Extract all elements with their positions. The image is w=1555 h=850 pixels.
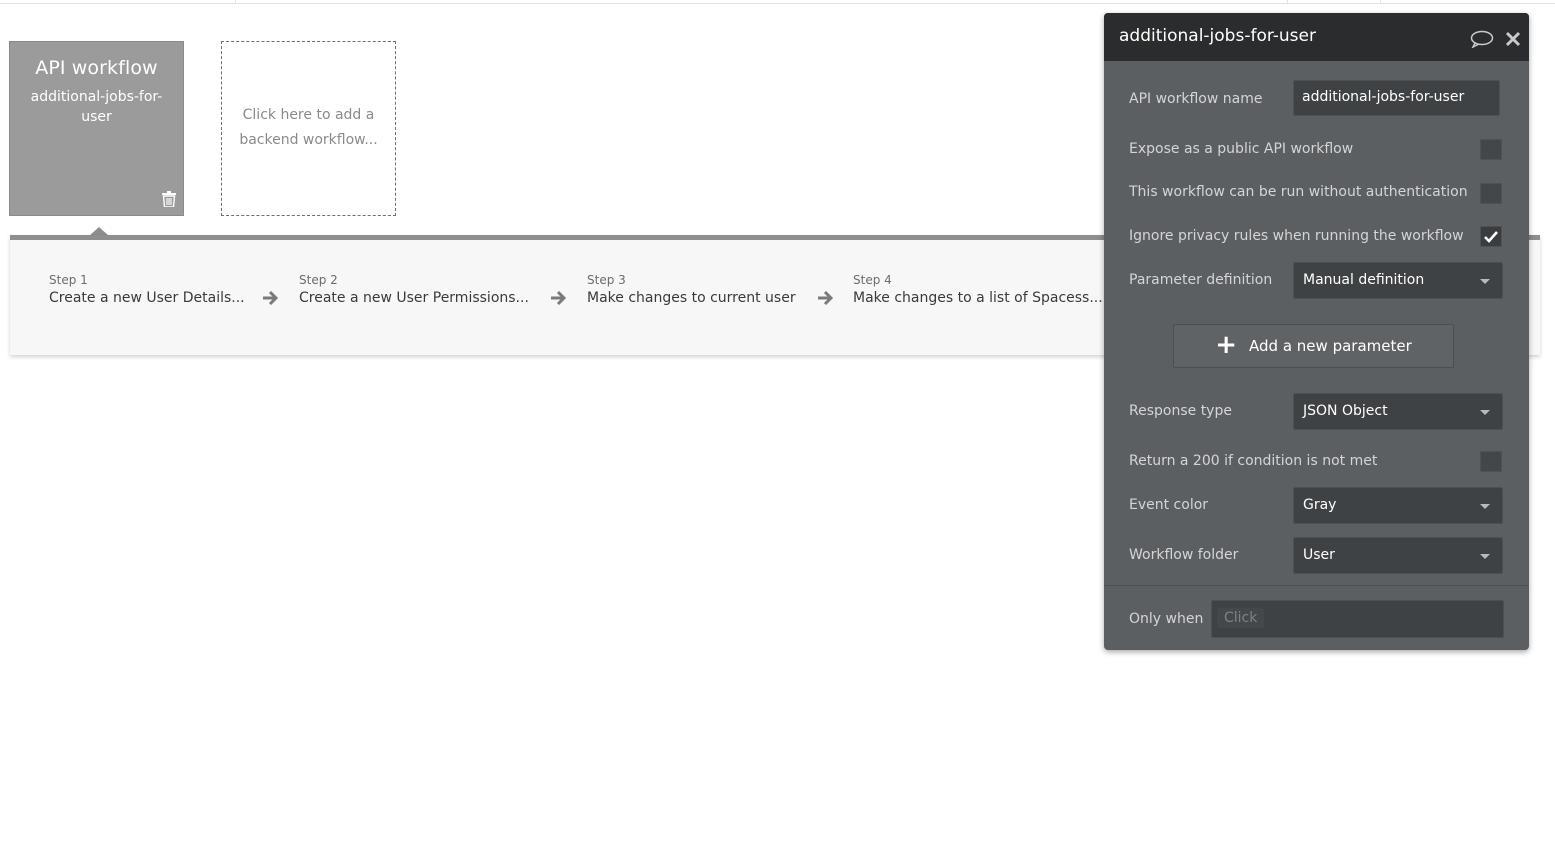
add-backend-workflow-card[interactable]: Click here to add a backend workflow...	[221, 41, 396, 216]
arrow-right-icon	[551, 290, 567, 306]
expose-public-label: Expose as a public API workflow	[1129, 141, 1354, 157]
no-auth-label: This workflow can be run without authent…	[1129, 184, 1468, 200]
event-color-dropdown[interactable]: Gray	[1293, 487, 1503, 524]
add-backend-workflow-label: Click here to add a backend workflow...	[239, 106, 378, 148]
arrow-right-icon	[818, 290, 834, 306]
step-action: Create a new User Details...	[49, 290, 245, 306]
workflow-card-title: API workflow	[35, 57, 158, 79]
only-when-placeholder: Click	[1217, 608, 1265, 628]
panel-title: additional-jobs-for-user	[1119, 26, 1316, 46]
trash-icon[interactable]	[162, 191, 176, 207]
panel-header: additional-jobs-for-user	[1104, 13, 1529, 61]
workflow-name-input[interactable]: additional-jobs-for-user	[1293, 80, 1500, 116]
workflow-folder-value: User	[1303, 547, 1335, 563]
chevron-down-icon	[1480, 504, 1490, 509]
step-1[interactable]: Step 1 Create a new User Details...	[49, 273, 245, 306]
response-type-value: JSON Object	[1303, 403, 1388, 419]
workflow-property-panel: additional-jobs-for-user API workflow na…	[1104, 13, 1529, 650]
step-2[interactable]: Step 2 Create a new User Permissions...	[299, 273, 529, 306]
step-number: Step 3	[587, 273, 626, 287]
plus-icon: +	[1215, 329, 1238, 360]
return-200-label: Return a 200 if condition is not met	[1129, 453, 1378, 469]
step-action: Create a new User Permissions...	[299, 290, 529, 306]
top-divider-tick	[235, 0, 236, 3]
arrow-right-icon	[263, 290, 279, 306]
comment-icon[interactable]	[1470, 30, 1494, 48]
return-200-checkbox[interactable]	[1480, 451, 1502, 472]
workflow-card-name: additional-jobs-for-user	[30, 89, 163, 125]
ignore-privacy-checkbox[interactable]	[1480, 226, 1502, 247]
step-3[interactable]: Step 3 Make changes to current user	[587, 273, 796, 306]
only-when-label: Only when	[1129, 611, 1204, 627]
chevron-down-icon	[1480, 279, 1490, 284]
parameter-definition-value: Manual definition	[1303, 272, 1425, 288]
add-parameter-button[interactable]: + Add a new parameter	[1173, 324, 1454, 368]
no-auth-checkbox[interactable]	[1480, 183, 1502, 204]
step-number: Step 2	[299, 273, 338, 287]
top-divider-tick	[1380, 0, 1381, 3]
chevron-down-icon	[1480, 554, 1490, 559]
workflow-folder-dropdown[interactable]: User	[1293, 537, 1503, 574]
chevron-down-icon	[1480, 410, 1490, 415]
parameter-definition-dropdown[interactable]: Manual definition	[1293, 262, 1503, 299]
response-type-dropdown[interactable]: JSON Object	[1293, 393, 1503, 430]
event-color-label: Event color	[1129, 497, 1209, 513]
only-when-input[interactable]: Click	[1211, 600, 1504, 638]
workflow-folder-label: Workflow folder	[1129, 547, 1239, 563]
checkmark-icon	[1484, 231, 1498, 243]
api-workflow-card[interactable]: API workflow additional-jobs-for-user	[9, 41, 184, 216]
response-type-label: Response type	[1129, 403, 1232, 419]
top-divider-tick	[1287, 0, 1288, 3]
step-number: Step 1	[49, 273, 88, 287]
workflow-name-label: API workflow name	[1129, 91, 1263, 107]
step-4[interactable]: Step 4 Make changes to a list of Spacess…	[853, 273, 1103, 306]
ignore-privacy-label: Ignore privacy rules when running the wo…	[1129, 228, 1464, 244]
expose-public-checkbox[interactable]	[1480, 139, 1502, 160]
step-number: Step 4	[853, 273, 892, 287]
parameter-definition-label: Parameter definition	[1129, 272, 1273, 288]
event-color-value: Gray	[1303, 497, 1337, 513]
close-icon[interactable]	[1505, 31, 1521, 47]
add-parameter-label: Add a new parameter	[1249, 337, 1412, 355]
top-divider	[0, 0, 1555, 4]
step-action: Make changes to current user	[587, 290, 796, 306]
panel-divider	[1104, 585, 1529, 586]
step-action: Make changes to a list of Spacess...	[853, 290, 1103, 306]
